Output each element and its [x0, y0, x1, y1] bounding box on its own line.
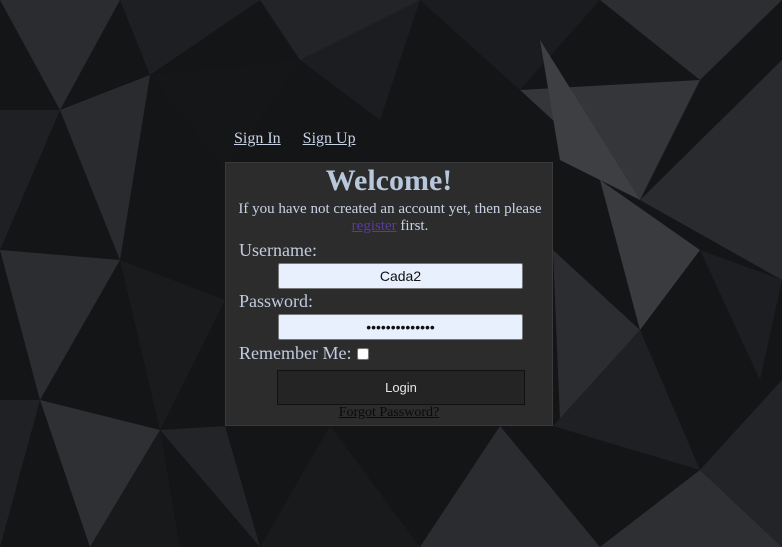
username-label: Username:	[239, 240, 317, 260]
username-input[interactable]	[278, 263, 523, 289]
sign-in-link[interactable]: Sign In	[234, 130, 281, 147]
forgot-password-row: Forgot Password?	[226, 405, 552, 421]
register-link[interactable]: register	[352, 218, 397, 234]
password-input[interactable]	[278, 314, 523, 340]
auth-nav: Sign In Sign Up	[234, 130, 374, 148]
remember-me-label: Remember Me:	[239, 343, 352, 363]
intro-prefix: If you have not created an account yet, …	[238, 201, 542, 217]
intro-suffix: first.	[400, 218, 429, 234]
sign-up-link[interactable]: Sign Up	[303, 130, 356, 147]
welcome-title: Welcome!	[325, 164, 453, 197]
remember-me-row: Remember Me:	[239, 343, 370, 364]
forgot-password-link[interactable]: Forgot Password?	[339, 405, 439, 420]
login-button[interactable]: Login	[277, 370, 525, 405]
password-label: Password:	[239, 291, 314, 311]
login-card: Welcome! If you have not created an acco…	[225, 162, 553, 426]
intro-text: If you have not created an account yet, …	[236, 201, 544, 235]
remember-me-checkbox[interactable]	[357, 347, 370, 360]
